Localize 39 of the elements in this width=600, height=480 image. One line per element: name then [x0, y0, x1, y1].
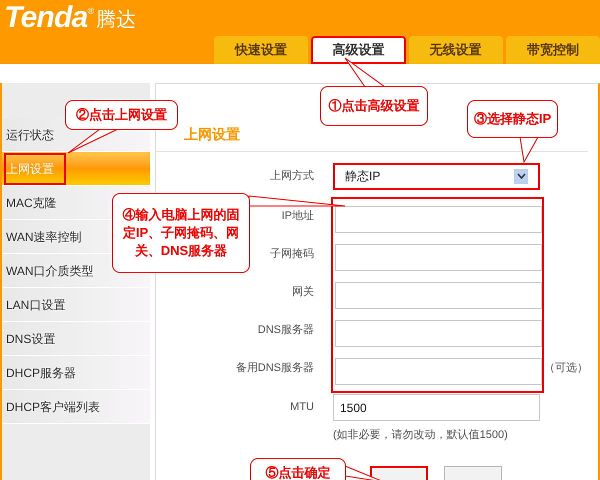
- sidebar-item-label: 上网设置: [4, 152, 66, 184]
- sidebar-item-label: DHCP客户端列表: [5, 398, 102, 416]
- input-field[interactable]: [335, 320, 542, 346]
- sidebar-item-label: WAN速率控制: [5, 228, 83, 246]
- sidebar-item-label: 运行状态: [5, 126, 55, 144]
- input-field[interactable]: [335, 358, 542, 384]
- sidebar-item-label: DHCP服务器: [5, 364, 78, 382]
- nav-tab[interactable]: 快速设置: [214, 36, 308, 64]
- sidebar-item-label: WAN口介质类型: [5, 262, 95, 280]
- section-title: 上网设置: [184, 125, 240, 144]
- input-field[interactable]: [335, 244, 542, 270]
- optional-note: （可选）: [544, 360, 588, 376]
- sidebar-item[interactable]: LAN口设置: [2, 288, 150, 322]
- sidebar-item[interactable]: DHCP服务器: [2, 356, 150, 390]
- field-label: 备用DNS服务器: [236, 360, 314, 376]
- callout-pointer: [519, 136, 539, 164]
- nav-tab[interactable]: 带宽控制: [506, 36, 600, 64]
- mtu-input[interactable]: 1500: [333, 394, 540, 421]
- sidebar-item-label: LAN口设置: [5, 296, 66, 314]
- input-field[interactable]: [335, 206, 542, 232]
- sidebar-item-label: MAC克隆: [5, 194, 58, 212]
- field-label: IP地址: [282, 208, 314, 224]
- field-label: 上网方式: [269, 168, 315, 184]
- mtu-hint: (如非必要，请勿改动，默认值1500): [333, 429, 508, 441]
- brand-chinese-name: 腾达: [96, 8, 136, 33]
- sidebar-item-label: DNS设置: [5, 330, 56, 348]
- field-label: 子网掩码: [270, 246, 314, 262]
- brand-logo: Tenda: [4, 2, 88, 34]
- nav-tab[interactable]: 无线设置: [408, 36, 503, 64]
- field-label: DNS服务器: [258, 322, 314, 338]
- select-value: 静态IP: [345, 168, 380, 185]
- field-label: MTU: [289, 400, 315, 416]
- field-label: 网关: [292, 284, 314, 300]
- sidebar-item[interactable]: DHCP客户端列表: [2, 390, 150, 424]
- sidebar-item[interactable]: DNS设置: [2, 322, 150, 356]
- annotation-tooltip: ④输入电脑上网的固定IP、子网掩码、网关、DNS服务器: [112, 193, 250, 273]
- registered-mark: ®: [87, 6, 94, 16]
- callout-pointer: [344, 58, 387, 88]
- input-field[interactable]: [335, 282, 542, 308]
